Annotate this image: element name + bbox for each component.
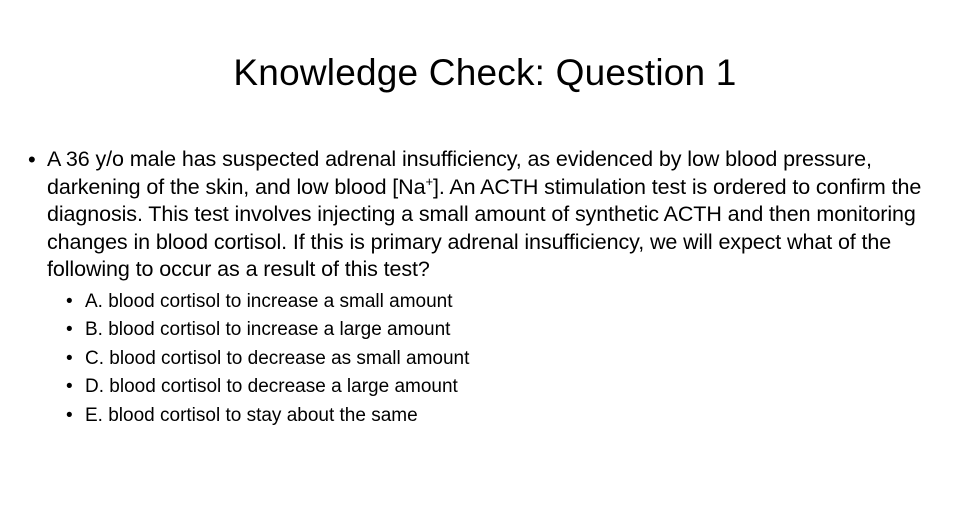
slide-title: Knowledge Check: Question 1	[233, 52, 737, 93]
question-text: A 36 y/o male has suspected adrenal insu…	[47, 146, 953, 284]
sodium-charge-superscript: +	[425, 173, 433, 189]
answer-option-c: • C. blood cortisol to decrease as small…	[66, 345, 953, 374]
bullet-dot-icon: •	[66, 376, 73, 397]
bullet-dot-icon: •	[66, 404, 73, 426]
answer-option-label: C. blood cortisol to decrease as small a…	[85, 347, 470, 369]
answer-option-label: B. blood cortisol to increase a large am…	[85, 319, 451, 340]
bullet-dot-icon: •	[28, 147, 36, 172]
answer-option-label: A. blood cortisol to increase a small am…	[85, 290, 453, 312]
answer-option-d: • D. blood cortisol to decrease a large …	[66, 373, 953, 402]
bullet-dot-icon: •	[66, 290, 73, 312]
answer-option-b: • B. blood cortisol to increase a large …	[66, 316, 953, 345]
answer-option-e: • E. blood cortisol to stay about the sa…	[66, 402, 953, 431]
question-bullet: • A 36 y/o male has suspected adrenal in…	[28, 146, 953, 284]
answer-options-list: • A. blood cortisol to increase a small …	[28, 288, 953, 431]
bullet-dot-icon: •	[66, 347, 73, 369]
slide: Knowledge Check: Question 1 • A 36 y/o m…	[0, 0, 970, 531]
answer-option-a: • A. blood cortisol to increase a small …	[66, 288, 953, 317]
slide-content: • A 36 y/o male has suspected adrenal in…	[28, 146, 953, 430]
answer-option-label: D. blood cortisol to decrease a large am…	[85, 376, 458, 397]
answer-option-label: E. blood cortisol to stay about the same	[85, 404, 418, 426]
bullet-dot-icon: •	[66, 319, 73, 340]
